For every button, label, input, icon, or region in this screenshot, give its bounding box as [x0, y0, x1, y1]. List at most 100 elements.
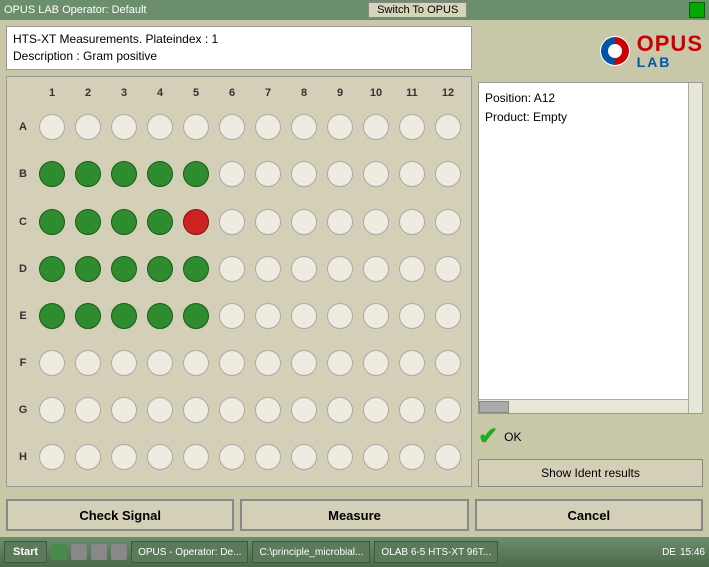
well-F5[interactable] — [183, 350, 209, 376]
well-H10[interactable] — [363, 444, 389, 470]
well-B9[interactable] — [327, 161, 353, 187]
well-G4[interactable] — [147, 397, 173, 423]
well-E7[interactable] — [255, 303, 281, 329]
well-H11[interactable] — [399, 444, 425, 470]
well-H12[interactable] — [435, 444, 461, 470]
well-E1[interactable] — [39, 303, 65, 329]
well-H9[interactable] — [327, 444, 353, 470]
well-F3[interactable] — [111, 350, 137, 376]
well-E11[interactable] — [399, 303, 425, 329]
well-B10[interactable] — [363, 161, 389, 187]
well-E10[interactable] — [363, 303, 389, 329]
well-A8[interactable] — [291, 114, 317, 140]
well-B12[interactable] — [435, 161, 461, 187]
well-D7[interactable] — [255, 256, 281, 282]
check-signal-button[interactable]: Check Signal — [6, 499, 234, 531]
well-E5[interactable] — [183, 303, 209, 329]
well-E4[interactable] — [147, 303, 173, 329]
well-F4[interactable] — [147, 350, 173, 376]
well-G11[interactable] — [399, 397, 425, 423]
well-C6[interactable] — [219, 209, 245, 235]
well-A11[interactable] — [399, 114, 425, 140]
well-F11[interactable] — [399, 350, 425, 376]
well-A3[interactable] — [111, 114, 137, 140]
well-F10[interactable] — [363, 350, 389, 376]
taskbar-item-opus[interactable]: OPUS - Operator: De... — [131, 541, 248, 563]
cancel-button[interactable]: Cancel — [475, 499, 703, 531]
h-scroll-thumb[interactable] — [479, 401, 509, 413]
well-C10[interactable] — [363, 209, 389, 235]
start-button[interactable]: Start — [4, 541, 47, 563]
well-C9[interactable] — [327, 209, 353, 235]
well-D10[interactable] — [363, 256, 389, 282]
well-G8[interactable] — [291, 397, 317, 423]
well-D11[interactable] — [399, 256, 425, 282]
well-C3[interactable] — [111, 209, 137, 235]
well-E12[interactable] — [435, 303, 461, 329]
well-C7[interactable] — [255, 209, 281, 235]
well-E8[interactable] — [291, 303, 317, 329]
well-D4[interactable] — [147, 256, 173, 282]
well-G5[interactable] — [183, 397, 209, 423]
well-F9[interactable] — [327, 350, 353, 376]
well-A12[interactable] — [435, 114, 461, 140]
well-B6[interactable] — [219, 161, 245, 187]
well-H3[interactable] — [111, 444, 137, 470]
well-D1[interactable] — [39, 256, 65, 282]
well-A10[interactable] — [363, 114, 389, 140]
well-C8[interactable] — [291, 209, 317, 235]
well-D6[interactable] — [219, 256, 245, 282]
well-A6[interactable] — [219, 114, 245, 140]
well-A7[interactable] — [255, 114, 281, 140]
well-G6[interactable] — [219, 397, 245, 423]
well-G3[interactable] — [111, 397, 137, 423]
well-F1[interactable] — [39, 350, 65, 376]
taskbar-item-principle[interactable]: C:\principle_microbial... — [252, 541, 370, 563]
well-C4[interactable] — [147, 209, 173, 235]
horizontal-scrollbar[interactable] — [479, 399, 688, 413]
well-G10[interactable] — [363, 397, 389, 423]
well-H7[interactable] — [255, 444, 281, 470]
switch-to-opus-button[interactable]: Switch To OPUS — [368, 2, 467, 18]
taskbar-item-olab[interactable]: OLAB 6-5 HTS-XT 96T... — [374, 541, 498, 563]
taskbar-icon-1[interactable] — [51, 544, 67, 560]
well-B1[interactable] — [39, 161, 65, 187]
well-H2[interactable] — [75, 444, 101, 470]
taskbar-icon-3[interactable] — [91, 544, 107, 560]
well-H5[interactable] — [183, 444, 209, 470]
vertical-scrollbar[interactable] — [688, 83, 702, 413]
well-E2[interactable] — [75, 303, 101, 329]
well-E6[interactable] — [219, 303, 245, 329]
well-A2[interactable] — [75, 114, 101, 140]
well-B2[interactable] — [75, 161, 101, 187]
well-F7[interactable] — [255, 350, 281, 376]
measure-button[interactable]: Measure — [240, 499, 468, 531]
well-B3[interactable] — [111, 161, 137, 187]
well-D5[interactable] — [183, 256, 209, 282]
well-D3[interactable] — [111, 256, 137, 282]
well-H1[interactable] — [39, 444, 65, 470]
well-D9[interactable] — [327, 256, 353, 282]
well-C5[interactable] — [183, 209, 209, 235]
taskbar-icon-4[interactable] — [111, 544, 127, 560]
well-G7[interactable] — [255, 397, 281, 423]
well-E9[interactable] — [327, 303, 353, 329]
well-H4[interactable] — [147, 444, 173, 470]
well-F8[interactable] — [291, 350, 317, 376]
well-F6[interactable] — [219, 350, 245, 376]
well-A4[interactable] — [147, 114, 173, 140]
well-B11[interactable] — [399, 161, 425, 187]
well-A9[interactable] — [327, 114, 353, 140]
well-C1[interactable] — [39, 209, 65, 235]
well-F12[interactable] — [435, 350, 461, 376]
well-B4[interactable] — [147, 161, 173, 187]
taskbar-icon-2[interactable] — [71, 544, 87, 560]
well-B5[interactable] — [183, 161, 209, 187]
well-C12[interactable] — [435, 209, 461, 235]
well-G1[interactable] — [39, 397, 65, 423]
well-D12[interactable] — [435, 256, 461, 282]
well-C2[interactable] — [75, 209, 101, 235]
show-ident-results-button[interactable]: Show Ident results — [478, 459, 703, 487]
well-G2[interactable] — [75, 397, 101, 423]
well-H8[interactable] — [291, 444, 317, 470]
